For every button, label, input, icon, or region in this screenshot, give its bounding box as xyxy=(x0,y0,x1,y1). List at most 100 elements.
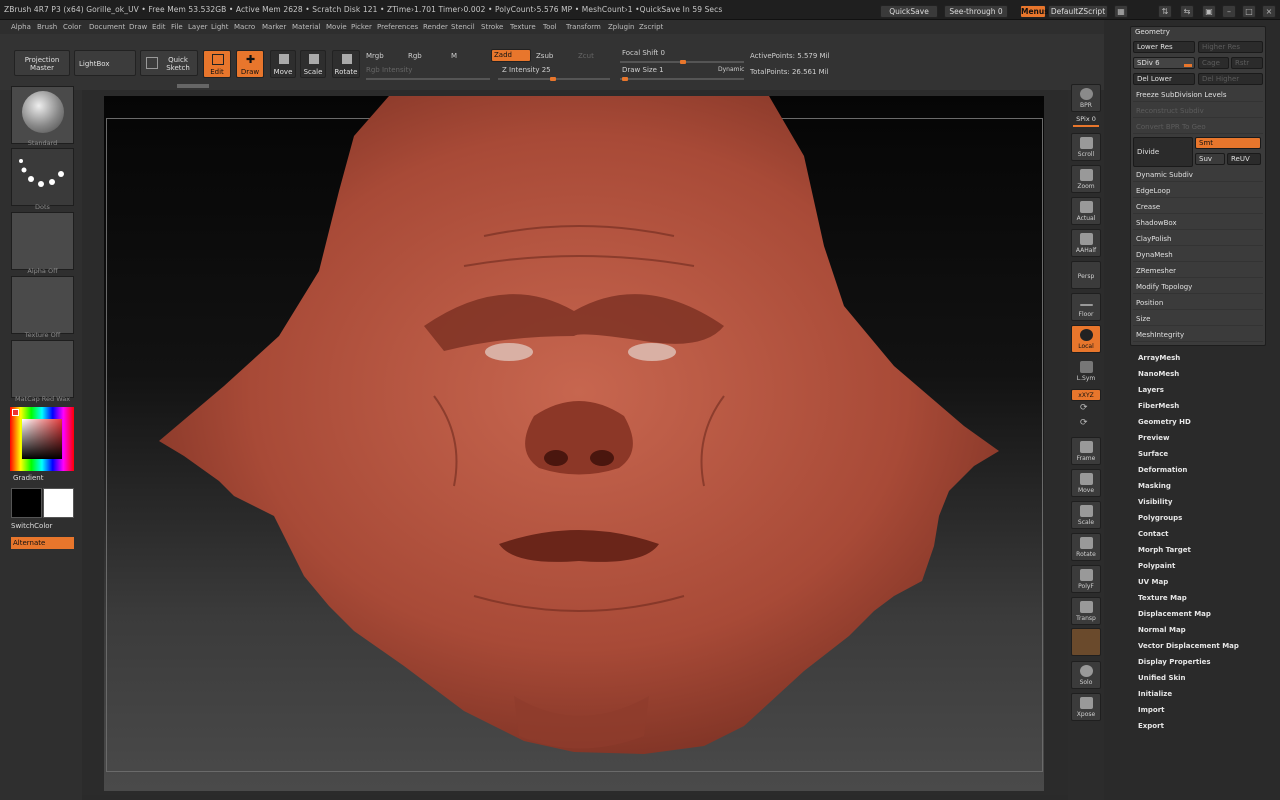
divide-button[interactable]: Divide xyxy=(1133,137,1193,167)
menu-preferences[interactable]: Preferences xyxy=(377,23,418,31)
reuv-toggle[interactable]: ReUV xyxy=(1227,153,1261,165)
layers-item[interactable]: Layers xyxy=(1138,386,1164,394)
move-button[interactable]: Move xyxy=(270,50,296,78)
alpha-thumbnail[interactable] xyxy=(11,212,74,270)
draw-size-slider[interactable]: Draw Size 1 xyxy=(622,66,664,74)
menu-zplugin[interactable]: Zplugin xyxy=(608,23,634,31)
texture-thumbnail[interactable] xyxy=(11,276,74,334)
grid-icon[interactable]: ▦ xyxy=(1114,5,1128,18)
del-higher-button[interactable]: Del Higher xyxy=(1198,73,1263,85)
zcut-button[interactable]: Zcut xyxy=(578,52,594,60)
edgeloop-item[interactable]: EdgeLoop xyxy=(1133,184,1263,198)
initialize-item[interactable]: Initialize xyxy=(1138,690,1172,698)
menu-tool[interactable]: Tool xyxy=(543,23,557,31)
xyz-button[interactable]: xXYZ xyxy=(1071,389,1101,401)
rotate-mode2-icon[interactable]: ⟳ xyxy=(1080,418,1088,428)
quick-sketch-button[interactable]: Quick Sketch xyxy=(140,50,198,76)
maximize-icon[interactable]: □ xyxy=(1242,5,1256,18)
gradient-label[interactable]: Gradient xyxy=(13,474,43,482)
menu-transform[interactable]: Transform xyxy=(566,23,601,31)
xpose-button[interactable]: Xpose xyxy=(1071,693,1101,721)
edit-button[interactable]: Edit xyxy=(203,50,231,78)
dynamesh-item[interactable]: DynaMesh xyxy=(1133,248,1263,262)
rotate-button[interactable]: Rotate xyxy=(332,50,360,78)
crease-item[interactable]: Crease xyxy=(1133,200,1263,214)
uv-map-item[interactable]: UV Map xyxy=(1138,578,1168,586)
display-properties-item[interactable]: Display Properties xyxy=(1138,658,1211,666)
texture-map-item[interactable]: Texture Map xyxy=(1138,594,1187,602)
vector-displacement-map-item[interactable]: Vector Displacement Map xyxy=(1138,642,1239,650)
ghost-button[interactable] xyxy=(1071,628,1101,656)
menu-light[interactable]: Light xyxy=(211,23,228,31)
rstr-button[interactable]: Rstr xyxy=(1231,57,1263,69)
menu-stencil[interactable]: Stencil xyxy=(451,23,475,31)
normal-map-item[interactable]: Normal Map xyxy=(1138,626,1186,634)
fibermesh-item[interactable]: FiberMesh xyxy=(1138,402,1179,410)
sdiv-slider[interactable]: SDiv 6 xyxy=(1133,57,1195,69)
see-through-slider[interactable]: See-through 0 xyxy=(944,5,1008,18)
menu-material[interactable]: Material xyxy=(292,23,320,31)
scale-view-button[interactable]: Scale xyxy=(1071,501,1101,529)
floor-button[interactable]: Floor xyxy=(1071,293,1101,321)
actual-button[interactable]: Actual xyxy=(1071,197,1101,225)
aahalf-button[interactable]: AAHalf xyxy=(1071,229,1101,257)
viewport-scrollbar[interactable] xyxy=(177,84,209,88)
menu-layer[interactable]: Layer xyxy=(188,23,208,31)
scroll-button[interactable]: Scroll xyxy=(1071,133,1101,161)
preview-item[interactable]: Preview xyxy=(1138,434,1170,442)
focal-shift-track[interactable] xyxy=(620,60,744,64)
bpr-button[interactable]: BPR xyxy=(1071,84,1101,112)
deformation-item[interactable]: Deformation xyxy=(1138,466,1187,474)
alternate-button[interactable]: Alternate xyxy=(11,537,74,549)
move-view-button[interactable]: Move xyxy=(1071,469,1101,497)
lightbox-button[interactable]: LightBox xyxy=(74,50,136,76)
menu-document[interactable]: Document xyxy=(89,23,125,31)
dynamic-subdiv-item[interactable]: Dynamic Subdiv xyxy=(1133,168,1263,182)
z-intensity-track[interactable] xyxy=(498,77,610,81)
nanomesh-item[interactable]: NanoMesh xyxy=(1138,370,1179,378)
draw-size-track[interactable] xyxy=(620,77,744,81)
dynamic-toggle[interactable]: Dynamic xyxy=(718,66,744,73)
close-icon[interactable]: × xyxy=(1262,5,1276,18)
menu-movie[interactable]: Movie xyxy=(326,23,347,31)
zoom-button[interactable]: Zoom xyxy=(1071,165,1101,193)
brush-thumbnail[interactable] xyxy=(11,86,74,144)
menu-texture[interactable]: Texture xyxy=(510,23,536,31)
menu-alpha[interactable]: Alpha xyxy=(11,23,31,31)
polypaint-item[interactable]: Polypaint xyxy=(1138,562,1175,570)
gorilla-sculpt-model[interactable] xyxy=(104,96,1044,791)
projection-master-button[interactable]: Projection Master xyxy=(14,50,70,76)
polyf-button[interactable]: PolyF xyxy=(1071,565,1101,593)
canvas[interactable] xyxy=(104,96,1044,791)
menu-marker[interactable]: Marker xyxy=(262,23,286,31)
geometry-hd-item[interactable]: Geometry HD xyxy=(1138,418,1191,426)
z-intensity-slider[interactable]: Z Intensity 25 xyxy=(502,66,551,74)
main-color-swatch[interactable] xyxy=(11,488,42,518)
swap-icon[interactable]: ⇆ xyxy=(1180,5,1194,18)
menu-draw[interactable]: Draw xyxy=(129,23,147,31)
arrows-icon[interactable]: ⇅ xyxy=(1158,5,1172,18)
menu-brush[interactable]: Brush xyxy=(37,23,57,31)
mrgb-button[interactable]: Mrgb xyxy=(366,52,384,60)
solo-button[interactable]: Solo xyxy=(1071,661,1101,689)
local-button[interactable]: Local xyxy=(1071,325,1101,353)
color-picker[interactable] xyxy=(10,407,74,471)
morph-target-item[interactable]: Morph Target xyxy=(1138,546,1191,554)
higher-res-button[interactable]: Higher Res xyxy=(1198,41,1263,53)
m-button[interactable]: M xyxy=(451,52,457,60)
smt-toggle[interactable]: Smt xyxy=(1195,137,1261,149)
color-square[interactable] xyxy=(22,419,62,459)
zremesher-item[interactable]: ZRemesher xyxy=(1133,264,1263,278)
material-thumbnail[interactable] xyxy=(11,340,74,398)
arraymesh-item[interactable]: ArrayMesh xyxy=(1138,354,1180,362)
document-viewport[interactable] xyxy=(82,84,1068,795)
focal-shift-slider[interactable]: Focal Shift 0 xyxy=(622,49,665,57)
spix-slider[interactable]: SPix 0 xyxy=(1071,115,1101,127)
meshintegrity-item[interactable]: MeshIntegrity xyxy=(1133,328,1263,342)
lower-res-button[interactable]: Lower Res xyxy=(1133,41,1195,53)
reconstruct-subdiv-button[interactable]: Reconstruct Subdiv xyxy=(1133,104,1263,118)
rgb-intensity-track[interactable] xyxy=(366,78,490,80)
displacement-map-item[interactable]: Displacement Map xyxy=(1138,610,1211,618)
masking-item[interactable]: Masking xyxy=(1138,482,1171,490)
rgb-button[interactable]: Rgb xyxy=(408,52,422,60)
